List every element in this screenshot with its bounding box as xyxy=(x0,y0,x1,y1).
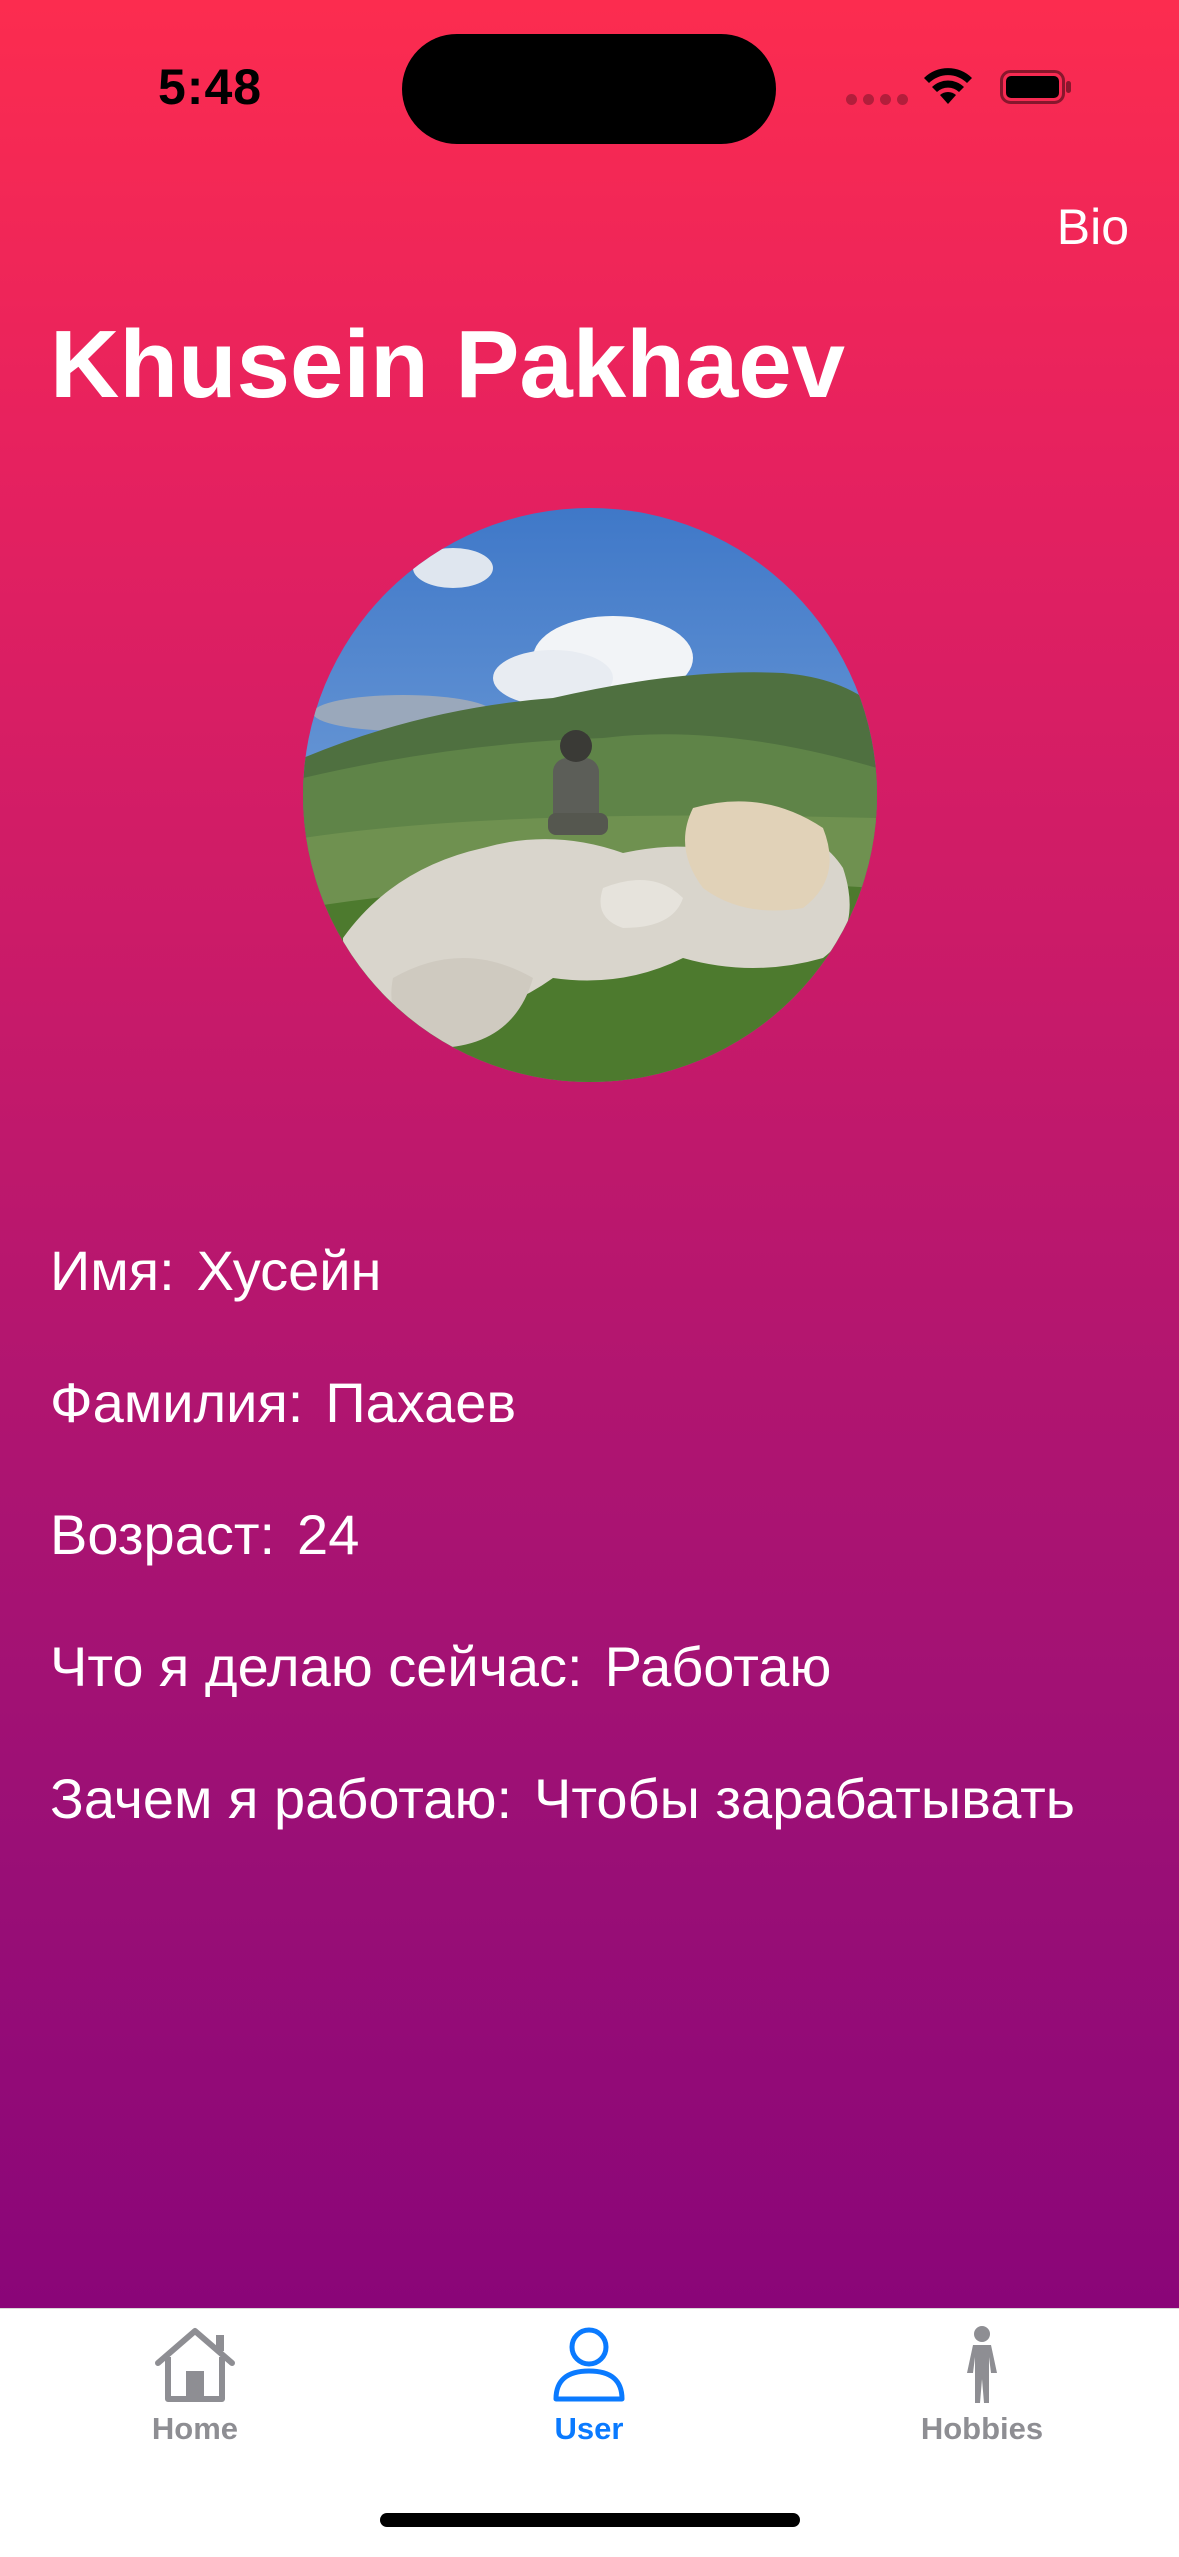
info-value: Хусейн xyxy=(196,1239,382,1302)
battery-icon xyxy=(1000,70,1071,104)
tab-hobbies[interactable]: Hobbies xyxy=(852,2309,1112,2479)
tab-label: Hobbies xyxy=(920,2411,1044,2446)
info-value: 24 xyxy=(297,1503,360,1566)
cellular-signal-icon xyxy=(846,94,908,105)
tab-user[interactable]: User xyxy=(459,2309,719,2479)
home-indicator xyxy=(380,2513,800,2527)
wifi-icon xyxy=(924,68,972,104)
status-time: 5:48 xyxy=(158,59,263,115)
tab-bar: Home User Hobbies xyxy=(0,2308,1179,2557)
tab-home[interactable]: Home xyxy=(65,2309,325,2479)
info-label: Зачем я работаю: xyxy=(50,1767,512,1830)
info-list: Имя: Хусейн Фамилия: Пахаев Возраст: 24 Что… xyxy=(50,1236,1160,1896)
info-label: Имя: xyxy=(50,1239,175,1302)
info-label: Что я делаю сейчас: xyxy=(50,1635,583,1698)
house-icon xyxy=(155,2328,235,2402)
page-title: Khusein Pakhaev xyxy=(50,311,845,418)
bio-button[interactable]: Bio xyxy=(1057,198,1129,256)
info-label: Возраст: xyxy=(50,1503,276,1566)
info-row-surname: Фамилия: Пахаев xyxy=(50,1368,1160,1500)
info-value: Пахаев xyxy=(325,1371,517,1434)
tab-label: User xyxy=(554,2411,624,2446)
info-row-age: Возраст: 24 xyxy=(50,1500,1160,1632)
figure-walk-icon xyxy=(967,2326,997,2403)
dynamic-island xyxy=(402,34,776,144)
profile-photo xyxy=(303,508,877,1082)
info-row-name: Имя: Хусейн xyxy=(50,1236,1160,1368)
info-label: Фамилия: xyxy=(50,1371,304,1434)
avatar xyxy=(303,508,877,1082)
tab-label: Home xyxy=(151,2411,239,2446)
info-value: Работаю xyxy=(604,1635,832,1698)
person-icon xyxy=(553,2327,625,2402)
info-value: Чтобы зарабатывать xyxy=(534,1767,1075,1830)
info-row-current-activity: Что я делаю сейчас: Работаю xyxy=(50,1632,1160,1764)
profile-screen: 5:48 Bio Khusein Pakhaev Имя: Хусейн Фам… xyxy=(0,0,1179,2308)
info-row-work-reason: Зачем я работаю: Чтобы зарабатывать xyxy=(50,1764,1160,1896)
